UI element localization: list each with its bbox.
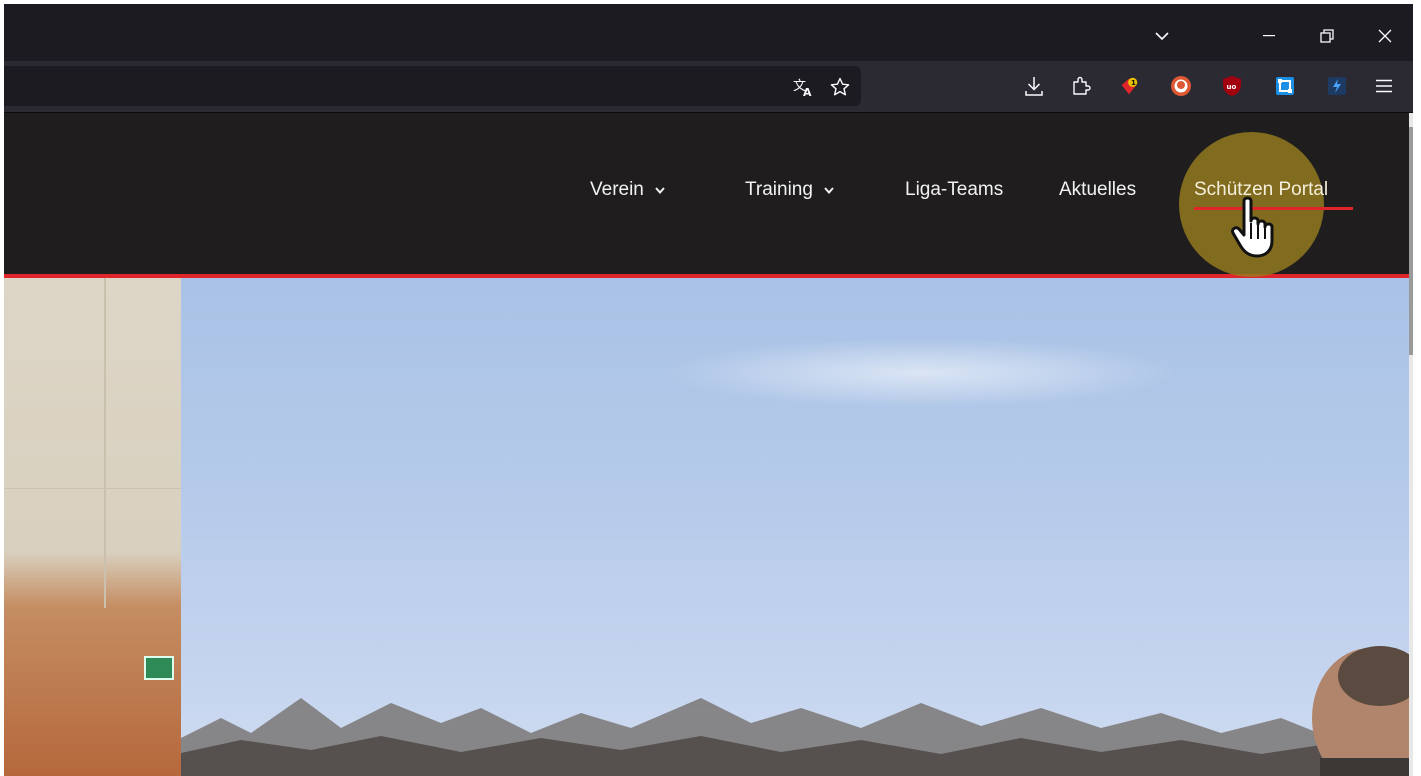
nav-item-training[interactable]: Training (745, 179, 835, 201)
svg-text:uo: uo (1227, 83, 1237, 91)
nav-item-label: Aktuelles (1059, 179, 1137, 200)
restore-icon[interactable] (1313, 22, 1341, 50)
tab-list-chevron-icon[interactable] (1148, 22, 1176, 50)
extension-red-badge-icon[interactable]: 1 (1118, 75, 1140, 97)
menu-icon[interactable] (1373, 75, 1395, 97)
nav-item-label: Verein (590, 179, 644, 200)
extension-badge-count: 1 (1131, 78, 1136, 87)
svg-text:A: A (803, 86, 812, 97)
hand-pointer-cursor-icon (1231, 196, 1274, 258)
nav-item-verein[interactable]: Verein (590, 179, 666, 201)
minimize-icon[interactable] (1255, 22, 1283, 50)
hero-indoor-photo (4, 278, 181, 776)
exit-sign (144, 656, 174, 680)
extension-blue-icon[interactable] (1274, 75, 1296, 97)
duckduckgo-icon[interactable] (1170, 75, 1192, 97)
nav-item-label: Training (745, 179, 813, 200)
address-bar[interactable]: 文A (4, 66, 861, 106)
bookmark-star-icon[interactable] (829, 76, 851, 98)
nav-item-liga-teams[interactable]: Liga-Teams (905, 179, 1003, 201)
browser-titlebar (4, 4, 1413, 61)
chevron-down-icon (824, 187, 834, 195)
hero-image (4, 278, 1409, 776)
person-head (1312, 646, 1409, 776)
extension-dark-icon[interactable] (1326, 75, 1348, 97)
nav-item-label: Liga-Teams (905, 179, 1004, 200)
cloud (661, 338, 1181, 408)
scrollbar-thumb[interactable] (1409, 127, 1413, 355)
translate-icon[interactable]: 文A (793, 76, 815, 98)
close-icon[interactable] (1371, 22, 1399, 50)
site-header: Verein Training Liga-Teams Aktuelles Sch… (4, 113, 1409, 278)
page-scrollbar[interactable] (1409, 113, 1413, 776)
nav-item-aktuelles[interactable]: Aktuelles (1059, 179, 1136, 201)
browser-toolbar: 文A 1 uo (4, 61, 1413, 113)
download-icon[interactable] (1023, 75, 1045, 97)
chevron-down-icon (655, 187, 665, 195)
extensions-icon[interactable] (1070, 75, 1092, 97)
tree-line (181, 698, 1409, 776)
ublock-icon[interactable]: uo (1221, 75, 1243, 97)
